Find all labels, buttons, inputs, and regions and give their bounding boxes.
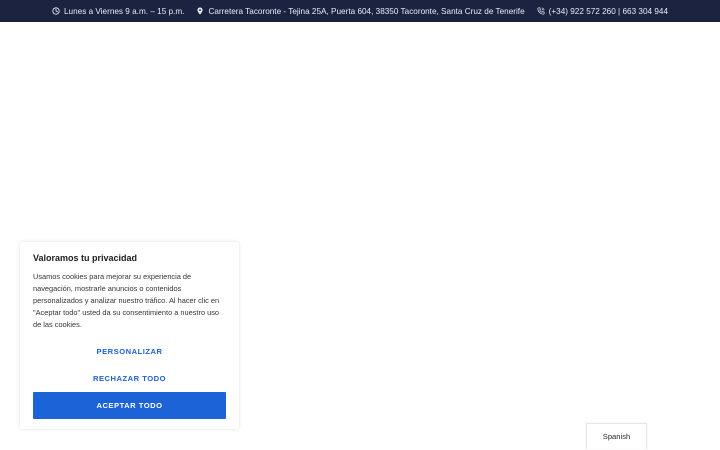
accept-all-button[interactable]: ACEPTAR TODO bbox=[33, 392, 226, 419]
phone-text[interactable]: (+34) 922 572 260 | 663 304 944 bbox=[549, 7, 668, 16]
cookie-title: Valoramos tu privacidad bbox=[33, 253, 138, 263]
cookie-description: Usamos cookies para mejorar su experienc… bbox=[33, 272, 220, 329]
reject-all-button[interactable]: RECHAZAR TODO bbox=[33, 374, 226, 383]
clock-icon bbox=[52, 7, 60, 15]
language-switcher[interactable]: Spanish bbox=[586, 423, 647, 449]
address-text: Carretera Tacoronte - Tejina 25A, Puerta… bbox=[208, 6, 525, 16]
phone-info: (+34) 922 572 260 | 663 304 944 bbox=[537, 7, 668, 16]
page: Lunes a Viernes 9 a.m. – 15 p.m. Carrete… bbox=[0, 0, 720, 450]
language-label: Spanish bbox=[602, 432, 631, 441]
customize-button[interactable]: PERSONALIZAR bbox=[33, 347, 226, 356]
hours-info: Lunes a Viernes 9 a.m. – 15 p.m. bbox=[52, 7, 184, 16]
phone-icon bbox=[537, 7, 545, 15]
cookie-consent-banner: Valoramos tu privacidad Usamos cookies p… bbox=[20, 242, 239, 429]
top-info-bar: Lunes a Viernes 9 a.m. – 15 p.m. Carrete… bbox=[0, 0, 720, 22]
hours-text: Lunes a Viernes 9 a.m. – 15 p.m. bbox=[64, 6, 185, 16]
address-info: Carretera Tacoronte - Tejina 25A, Puerta… bbox=[196, 6, 525, 16]
map-pin-icon bbox=[197, 7, 204, 15]
